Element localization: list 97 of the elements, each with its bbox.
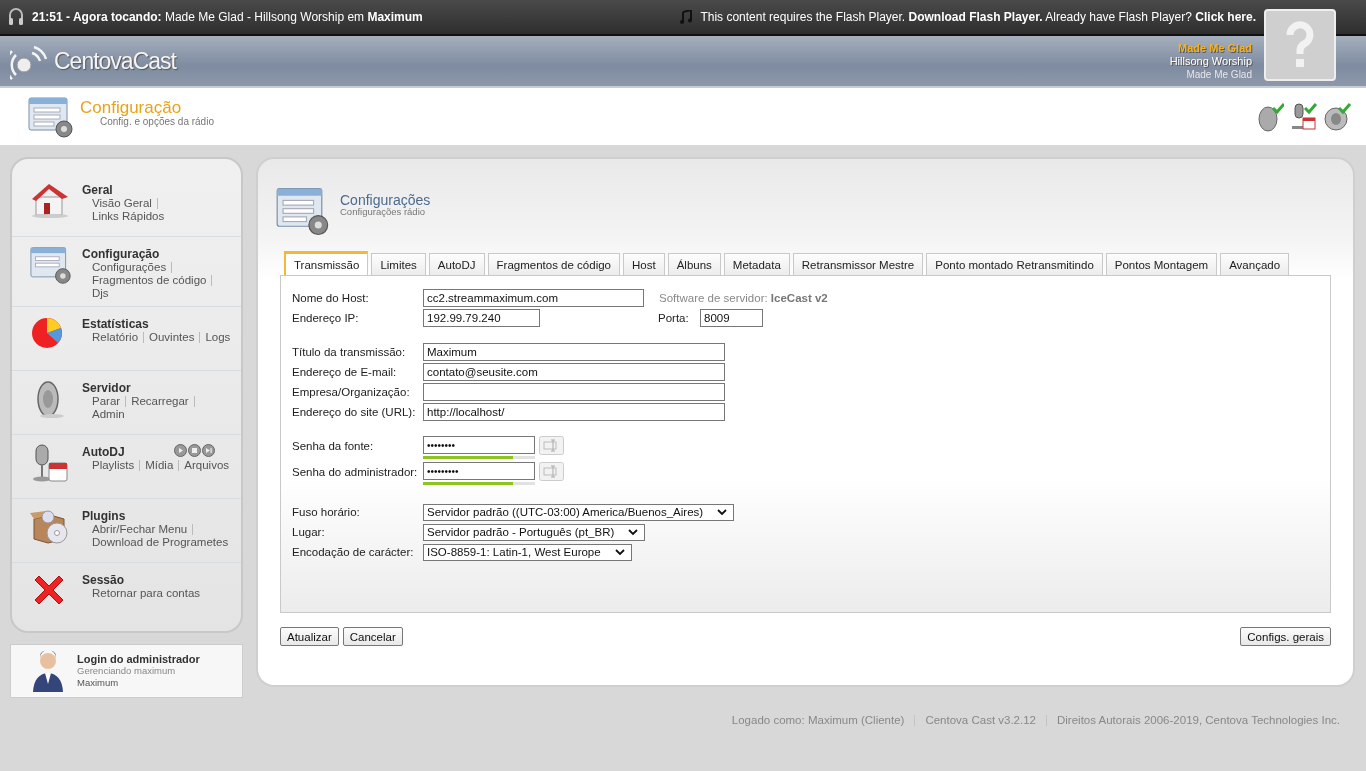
section-title[interactable]: AutoDJ xyxy=(82,445,125,459)
input-field[interactable]: contato@seusite.com xyxy=(423,363,725,381)
page-subtitle: Config. e opções da rádio xyxy=(100,116,214,127)
form-button[interactable]: Atualizar xyxy=(280,627,339,646)
sidebar-link[interactable]: Admin xyxy=(92,408,125,421)
sidebar-link[interactable]: Parar xyxy=(92,395,121,408)
field-label: Nome do Host: xyxy=(292,292,370,304)
house-icon xyxy=(30,181,70,219)
chevron-down-icon xyxy=(614,548,625,556)
speaker-check-icon[interactable] xyxy=(1324,101,1352,132)
tab[interactable]: Host xyxy=(623,253,665,275)
sidebar-link[interactable]: Playlists xyxy=(92,459,135,472)
field-label: Senha da fonte: xyxy=(292,440,375,452)
dish-check-icon[interactable] xyxy=(1256,101,1284,132)
field-label: Porta: xyxy=(658,312,690,324)
input-field[interactable]: cc2.streammaximum.com xyxy=(423,289,644,307)
sidebar-link[interactable]: Abrir/Fechar Menu xyxy=(92,523,188,536)
input-field[interactable]: Maximum xyxy=(423,343,725,361)
section-title[interactable]: Geral xyxy=(82,183,113,197)
microphone-calendar-icon xyxy=(30,443,70,485)
headphones-icon xyxy=(8,7,24,27)
field-label: Empresa/Organização: xyxy=(292,386,411,398)
sidebar-link[interactable]: Mídia xyxy=(145,459,174,472)
settings-form-icon xyxy=(30,245,72,285)
person-icon xyxy=(31,650,65,692)
tab[interactable]: Pontos Montagem xyxy=(1105,253,1218,275)
panel-title: Configurações xyxy=(340,195,431,206)
tab[interactable]: Transmissão xyxy=(284,251,369,275)
input-field[interactable]: 8009 xyxy=(700,309,763,327)
input-field[interactable]: http://localhost/ xyxy=(423,403,725,421)
section-title[interactable]: Configuração xyxy=(82,247,160,261)
server-software-text: Software de servidor: IceCast v2 xyxy=(659,292,828,304)
tab[interactable]: Fragmentos de código xyxy=(487,253,620,275)
skip-control-icon[interactable] xyxy=(202,443,215,457)
form-button[interactable]: Cancelar xyxy=(342,627,403,646)
field-label: Endereço do site (URL): xyxy=(292,406,417,418)
music-note-icon xyxy=(680,10,693,24)
box-with-discs-icon xyxy=(30,507,70,547)
flash-notice: This content requires the Flash Player. Download Flash Player. Already have Flash Player? Click here. xyxy=(700,10,1256,24)
stop-control-icon[interactable] xyxy=(188,443,201,457)
logo-text: CentovaCast xyxy=(54,47,176,75)
tab[interactable]: Avançado xyxy=(1220,253,1290,275)
password-field[interactable]: ••••••••• xyxy=(423,462,535,480)
play-control-icon[interactable] xyxy=(174,443,187,457)
general-settings-button[interactable]: Configs. gerais xyxy=(1240,627,1331,646)
dropdown[interactable]: Servidor padrão - Português (pt_BR) xyxy=(423,523,646,541)
field-label: Senha do administrador: xyxy=(292,466,419,478)
input-field[interactable] xyxy=(423,383,725,401)
field-label: Lugar: xyxy=(292,526,326,538)
field-label: Endereço IP: xyxy=(292,312,360,324)
tab[interactable]: Metadata xyxy=(723,253,790,275)
track-artist: Hillsong Worship xyxy=(1169,54,1252,68)
sidebar-link[interactable]: Download de Programetes xyxy=(92,536,229,549)
sidebar-link[interactable]: Fragmentos de código xyxy=(92,274,207,287)
track-album: Made Me Glad xyxy=(1186,67,1252,81)
password-field[interactable]: •••••••• xyxy=(423,436,535,454)
field-label: Endereço de E-mail: xyxy=(292,366,398,378)
sidebar-link[interactable]: Arquivos xyxy=(184,459,230,472)
tab[interactable]: Ponto montado Retransmitindo xyxy=(926,253,1103,275)
sidebar-link[interactable]: Retornar para contas xyxy=(92,587,201,600)
settings-form-icon xyxy=(28,95,74,138)
tab[interactable]: AutoDJ xyxy=(428,253,485,275)
footer-text: Direitos Autorais 2006-2019, Centova Technologies Inc. xyxy=(1057,714,1340,726)
section-title[interactable]: Servidor xyxy=(82,381,131,395)
sidebar-link[interactable]: Djs xyxy=(92,287,109,300)
field-label: Encodação de carácter: xyxy=(292,546,415,558)
sidebar-link[interactable]: Recarregar xyxy=(131,395,189,408)
sidebar-link[interactable]: Links Rápidos xyxy=(92,210,165,223)
field-label: Fuso horário: xyxy=(292,506,361,518)
sidebar-link[interactable]: Visão Geral xyxy=(92,197,152,210)
chevron-down-icon xyxy=(628,528,639,536)
tab[interactable]: Retransmissor Mestre xyxy=(792,253,924,275)
text-field-icon[interactable] xyxy=(539,462,564,481)
now-playing-text: 21:51 - Agora tocando: Made Me Glad - Hillsong Worship em Maximum xyxy=(32,10,423,24)
section-title[interactable]: Sessão xyxy=(82,573,125,587)
admin-account: Maximum xyxy=(77,677,120,689)
footer-text: Logado como: Maximum (Cliente) xyxy=(731,714,905,726)
dropdown[interactable]: ISO-8859-1: Latin-1, West Europe xyxy=(423,543,632,561)
track-title: Made Me Glad xyxy=(1178,41,1252,55)
section-title[interactable]: Estatísticas xyxy=(82,317,149,331)
tab[interactable]: Limites xyxy=(371,253,426,275)
sidebar-link[interactable]: Configurações xyxy=(92,261,167,274)
page-title: Configuração xyxy=(80,98,182,118)
text-field-icon[interactable] xyxy=(539,436,564,455)
sidebar-link[interactable]: Relatório xyxy=(92,331,139,344)
input-field[interactable]: 192.99.79.240 xyxy=(423,309,540,327)
footer-text: Centova Cast v3.2.12 xyxy=(925,714,1036,726)
section-title[interactable]: Plugins xyxy=(82,509,126,523)
admin-subtitle: Gerenciando maximum xyxy=(77,665,177,677)
sidebar-link[interactable]: Ouvintes xyxy=(149,331,195,344)
chevron-down-icon xyxy=(717,508,728,516)
sidebar-link[interactable]: Logs xyxy=(205,331,231,344)
admin-title: Login do administrador xyxy=(77,653,200,665)
tab[interactable]: Álbuns xyxy=(667,253,721,275)
field-label: Título da transmissão: xyxy=(292,346,407,358)
microphone-check-icon[interactable] xyxy=(1290,101,1318,132)
dropdown[interactable]: Servidor padrão ((UTC-03:00) America/Buenos_Aires) xyxy=(423,503,735,521)
